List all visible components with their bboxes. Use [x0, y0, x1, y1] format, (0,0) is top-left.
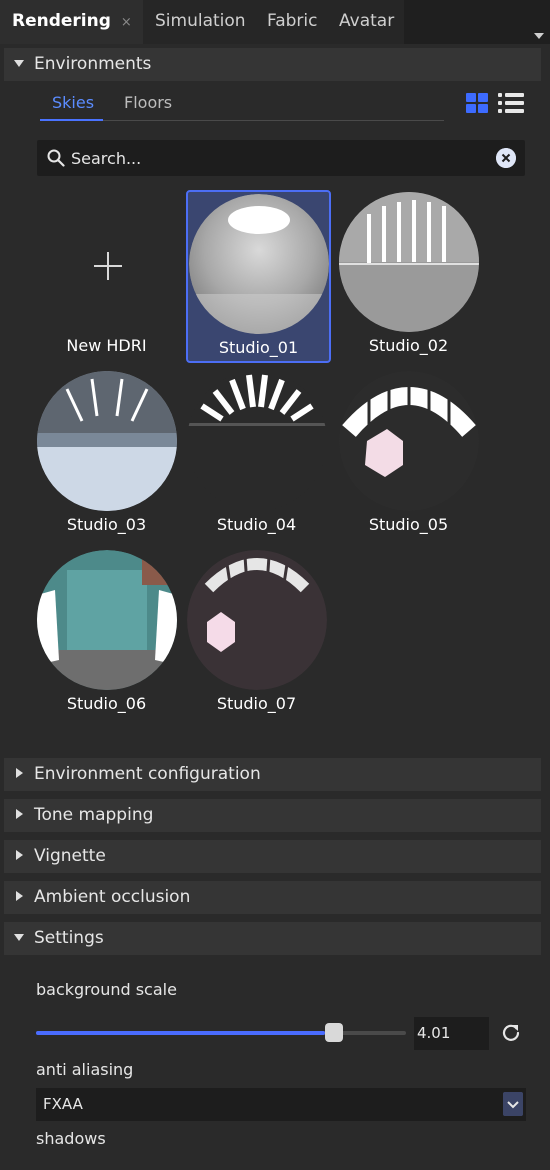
hdri-label: Studio_01: [218, 338, 299, 357]
background-scale-slider[interactable]: [36, 1031, 406, 1035]
hdri-label: Studio_03: [66, 515, 147, 534]
slider-fill: [36, 1031, 325, 1035]
section-label: Environment configuration: [34, 764, 261, 784]
section-label: Tone mapping: [34, 805, 154, 825]
search-input[interactable]: [71, 140, 491, 176]
subtab-skies[interactable]: Skies: [52, 90, 94, 116]
tab-bar: Rendering × Simulation Fabric Avatar: [0, 0, 550, 44]
section-tone-mapping[interactable]: Tone mapping: [4, 799, 541, 832]
hdri-studio-05[interactable]: Studio_05: [338, 369, 483, 542]
tab-bar-filler: [404, 0, 550, 44]
hdri-studio-04[interactable]: Studio_04: [186, 369, 331, 542]
background-scale-label: background scale: [36, 980, 177, 999]
section-ambient-occlusion[interactable]: Ambient occlusion: [4, 881, 541, 914]
hdri-thumbnail: [189, 194, 329, 334]
section-environments[interactable]: Environments: [4, 48, 541, 81]
anti-aliasing-label: anti aliasing: [36, 1060, 134, 1079]
hdri-label: Studio_04: [216, 515, 297, 534]
anti-aliasing-select[interactable]: FXAA: [36, 1088, 526, 1121]
tab-rendering-label: Rendering: [12, 11, 111, 31]
search-icon: [47, 149, 65, 167]
hdri-label: Studio_05: [368, 515, 449, 534]
hdri-label: Studio_06: [66, 694, 147, 713]
hdri-studio-03[interactable]: Studio_03: [36, 369, 181, 542]
hdri-studio-02[interactable]: Studio_02: [338, 190, 483, 363]
section-settings[interactable]: Settings: [4, 922, 541, 955]
collapse-triangle-icon: [14, 60, 24, 67]
expand-triangle-icon: [16, 809, 23, 819]
hdri-studio-06[interactable]: Studio_06: [36, 548, 181, 721]
hdri-studio-01[interactable]: Studio_01: [186, 190, 331, 363]
shadows-label: shadows: [36, 1129, 106, 1148]
hdri-label: Studio_02: [368, 336, 449, 355]
hdri-label: New HDRI: [66, 336, 147, 355]
hdri-studio-07[interactable]: Studio_07: [186, 548, 331, 721]
grid-view-icon[interactable]: [466, 93, 488, 113]
hdri-thumbnail: [187, 371, 327, 511]
chevron-down-icon[interactable]: [534, 33, 544, 39]
tab-rendering[interactable]: Rendering ×: [0, 0, 143, 44]
section-label: Vignette: [34, 846, 106, 866]
hdri-label: Studio_07: [216, 694, 297, 713]
search-box: [37, 140, 525, 176]
expand-triangle-icon: [16, 891, 23, 901]
hdri-thumbnail: [339, 371, 479, 511]
clear-search-icon[interactable]: [496, 148, 516, 168]
hdri-thumbnail: [339, 192, 479, 332]
section-environments-label: Environments: [34, 54, 152, 74]
anti-aliasing-value: FXAA: [43, 1095, 83, 1113]
hdri-thumbnail: [37, 550, 177, 690]
slider-handle[interactable]: [325, 1023, 343, 1042]
list-view-icon[interactable]: [498, 93, 524, 113]
close-icon[interactable]: ×: [121, 15, 132, 30]
tab-fabric[interactable]: Fabric: [255, 0, 327, 44]
chevron-down-icon[interactable]: [503, 1092, 523, 1116]
collapse-triangle-icon: [14, 934, 24, 941]
expand-triangle-icon: [16, 850, 23, 860]
section-vignette[interactable]: Vignette: [4, 840, 541, 873]
expand-triangle-icon: [16, 768, 23, 778]
hdri-thumbnail: [37, 371, 177, 511]
subtab-active-indicator: [40, 119, 103, 121]
tab-simulation[interactable]: Simulation: [143, 0, 255, 44]
background-scale-input[interactable]: 4.01: [414, 1017, 489, 1050]
tab-avatar[interactable]: Avatar: [327, 0, 404, 44]
subtab-floors[interactable]: Floors: [124, 90, 172, 116]
section-label: Settings: [34, 928, 104, 948]
section-environment-configuration[interactable]: Environment configuration: [4, 758, 541, 791]
hdri-thumbnail: [187, 550, 327, 690]
reset-icon[interactable]: [500, 1022, 522, 1044]
plus-icon[interactable]: [94, 252, 122, 280]
section-label: Ambient occlusion: [34, 887, 191, 907]
